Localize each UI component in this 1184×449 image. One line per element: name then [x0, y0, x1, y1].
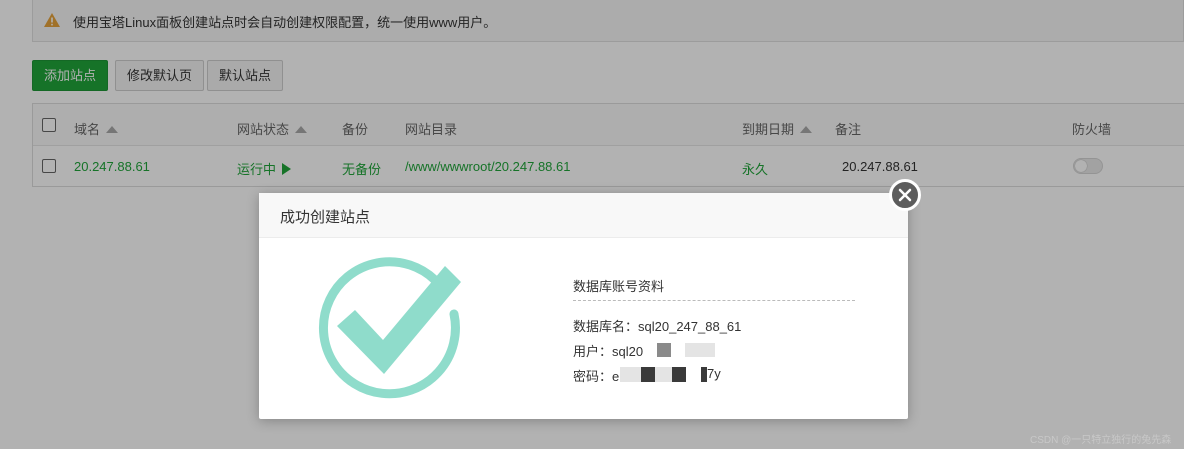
dialog-header: 成功创建站点: [259, 193, 908, 238]
redaction-block: [672, 367, 686, 382]
db-password-line: 密码：e: [573, 369, 620, 384]
db-name-value: sql20_247_88_61: [638, 319, 742, 334]
redaction-block: [657, 343, 671, 357]
db-name-line: 数据库名：sql20_247_88_61: [573, 319, 742, 334]
redaction-block: [655, 367, 672, 382]
redaction-block: [620, 367, 641, 382]
db-user-value: sql20: [612, 344, 644, 359]
db-info-title: 数据库账号资料: [573, 279, 665, 294]
close-dialog-button[interactable]: [889, 179, 921, 211]
close-icon: [898, 188, 912, 202]
success-check-icon: [318, 257, 461, 399]
redaction-block: [685, 343, 715, 357]
watermark: CSDN @一只特立独行的兔先森: [1030, 435, 1172, 446]
db-user-line: 用户：sql20: [573, 344, 644, 359]
success-dialog: 成功创建站点 数据库账号资料 数据库名：sql20_247_88_61 用户：s…: [259, 193, 908, 419]
divider: [573, 300, 855, 301]
redaction-block: [641, 367, 655, 382]
db-password-value-start: e: [612, 369, 620, 384]
dialog-title: 成功创建站点: [280, 209, 371, 226]
db-password-value-end: 7y: [707, 366, 721, 381]
